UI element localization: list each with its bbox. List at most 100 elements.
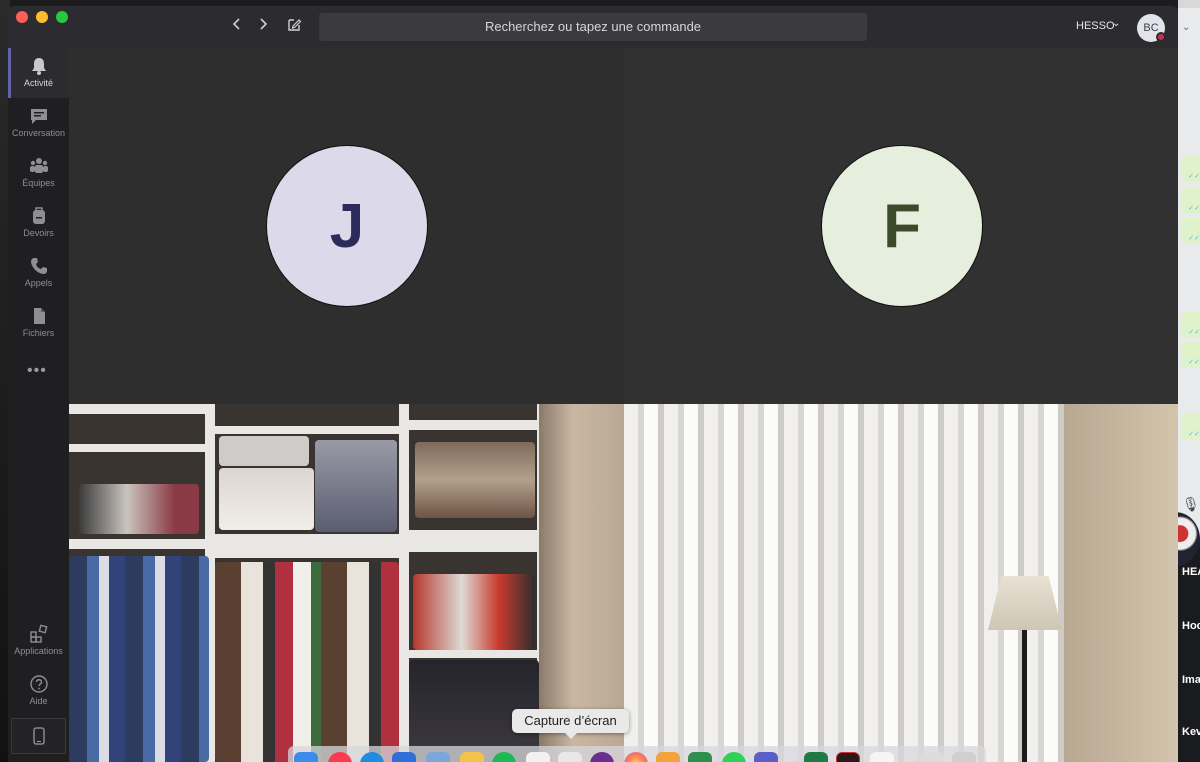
rail-item-label: Fichiers <box>22 328 55 338</box>
device-settings-button[interactable] <box>11 718 66 754</box>
wardrobe-shelf <box>69 404 209 414</box>
pencil-app-icon[interactable] <box>460 752 484 762</box>
message-bubble <box>1181 414 1200 440</box>
message-bubble <box>1181 342 1200 368</box>
spotify-icon[interactable] <box>492 752 516 762</box>
search-input[interactable] <box>319 13 867 41</box>
mobile-device-icon <box>32 727 45 745</box>
wardrobe-shelf <box>69 539 209 549</box>
teams-dock-icon[interactable] <box>754 752 778 762</box>
apps-icon <box>29 624 48 643</box>
presence-status-badge <box>1156 32 1166 42</box>
podcast-icon[interactable] <box>590 752 614 762</box>
organization-switcher[interactable]: HESSO <box>1076 20 1115 32</box>
rail-item-label: Applications <box>14 646 63 656</box>
trash-icon[interactable] <box>952 752 976 762</box>
document-icon[interactable] <box>870 752 894 762</box>
floor-lamp-pole <box>1022 630 1027 762</box>
chat-list-name: Ima <box>1182 674 1200 686</box>
teams-window: HESSO ⌄ BC Activité Conversation Équipes… <box>8 6 1178 762</box>
close-window-button[interactable] <box>16 11 28 23</box>
messages-icon[interactable] <box>722 752 746 762</box>
maximize-window-button[interactable] <box>56 11 68 23</box>
wall <box>1064 404 1178 762</box>
chat-list-name: Hoc <box>1182 620 1200 632</box>
help-icon <box>29 675 48 693</box>
rail-item-label: Équipes <box>22 178 55 188</box>
calendar-icon[interactable] <box>526 752 550 762</box>
terminal-icon[interactable] <box>836 752 860 762</box>
rail-item-label: Activité <box>23 78 53 88</box>
window-edge <box>1178 0 1200 8</box>
wardrobe-shelf <box>409 420 539 430</box>
folded-clothes <box>413 574 535 650</box>
folded-clothes <box>79 484 199 534</box>
app-rail: Activité Conversation Équipes Devoirs Ap… <box>8 48 69 762</box>
maps-icon[interactable] <box>688 752 712 762</box>
preview-icon[interactable] <box>426 752 450 762</box>
folded-clothes <box>219 436 309 466</box>
screenshot-app-icon[interactable] <box>558 752 582 762</box>
minimize-window-button[interactable] <box>36 11 48 23</box>
hanging-clothes <box>215 562 399 762</box>
background-chat-window: ⌄ 🎙 HEA Hoc Ima Kev <box>1178 0 1200 762</box>
chat-list-name: HEA <box>1182 566 1200 578</box>
wardrobe-shelf <box>215 426 401 434</box>
hanging-clothes <box>69 556 209 762</box>
message-bubble <box>1181 312 1200 338</box>
books-icon[interactable] <box>656 752 680 762</box>
teams-icon <box>29 158 48 173</box>
rail-item-label: Conversation <box>11 128 66 138</box>
rail-item-label: Appels <box>24 278 53 288</box>
file-icon <box>33 308 45 324</box>
more-apps-button[interactable]: ••• <box>27 362 47 380</box>
folded-clothes <box>315 440 397 532</box>
chevron-down-icon[interactable]: ⌄ <box>1112 18 1120 29</box>
rail-item-label: Devoirs <box>23 228 54 238</box>
new-chat-button[interactable] <box>284 17 304 37</box>
downloads-folder-icon[interactable] <box>920 752 944 762</box>
bell-icon <box>31 58 46 75</box>
phone-icon <box>30 258 47 274</box>
mail-icon[interactable] <box>392 752 416 762</box>
chat-icon <box>30 109 47 124</box>
participant-avatar: J <box>266 145 428 307</box>
wardrobe-divider <box>399 404 409 762</box>
message-bubble <box>1181 188 1200 214</box>
compose-icon <box>288 19 302 31</box>
rail-item-appels[interactable]: Appels <box>8 248 69 298</box>
wardrobe-shelf <box>409 650 539 658</box>
screenshot-tooltip: Capture d’écran <box>512 709 629 739</box>
rail-item-activite[interactable]: Activité <box>8 48 69 98</box>
back-button[interactable] <box>227 17 247 37</box>
chevron-down-icon: ⌄ <box>1182 22 1191 33</box>
participant-avatar: F <box>821 145 983 307</box>
rail-item-devoirs[interactable]: Devoirs <box>8 198 69 248</box>
finder-icon[interactable] <box>294 752 318 762</box>
chevron-left-icon <box>232 18 240 30</box>
backpack-icon <box>32 207 45 224</box>
participant-tile[interactable]: F <box>624 48 1178 404</box>
message-bubble <box>1181 156 1200 182</box>
microphone-icon: 🎙 <box>1182 496 1200 512</box>
wardrobe-shelf <box>409 530 539 552</box>
macos-dock <box>288 746 986 762</box>
rail-item-applications[interactable]: Applications <box>8 616 69 666</box>
rail-item-label: Aide <box>29 696 48 706</box>
participant-video-feed[interactable] <box>624 404 1178 762</box>
rail-item-equipes[interactable]: Équipes <box>8 148 69 198</box>
folded-clothes <box>219 468 314 530</box>
title-bar: HESSO ⌄ BC <box>8 6 1178 48</box>
forward-button[interactable] <box>253 17 273 37</box>
wardrobe-shelf <box>215 534 401 558</box>
folded-clothes <box>415 442 535 518</box>
chat-list-name: Kev <box>1182 726 1200 738</box>
photos-icon[interactable] <box>624 752 648 762</box>
rail-item-aide[interactable]: Aide <box>8 666 69 716</box>
rail-item-conversation[interactable]: Conversation <box>8 98 69 148</box>
music-icon[interactable] <box>328 752 352 762</box>
excel-icon[interactable] <box>804 752 828 762</box>
rail-item-fichiers[interactable]: Fichiers <box>8 298 69 348</box>
safari-icon[interactable] <box>360 752 384 762</box>
participant-tile[interactable]: J <box>69 48 624 404</box>
